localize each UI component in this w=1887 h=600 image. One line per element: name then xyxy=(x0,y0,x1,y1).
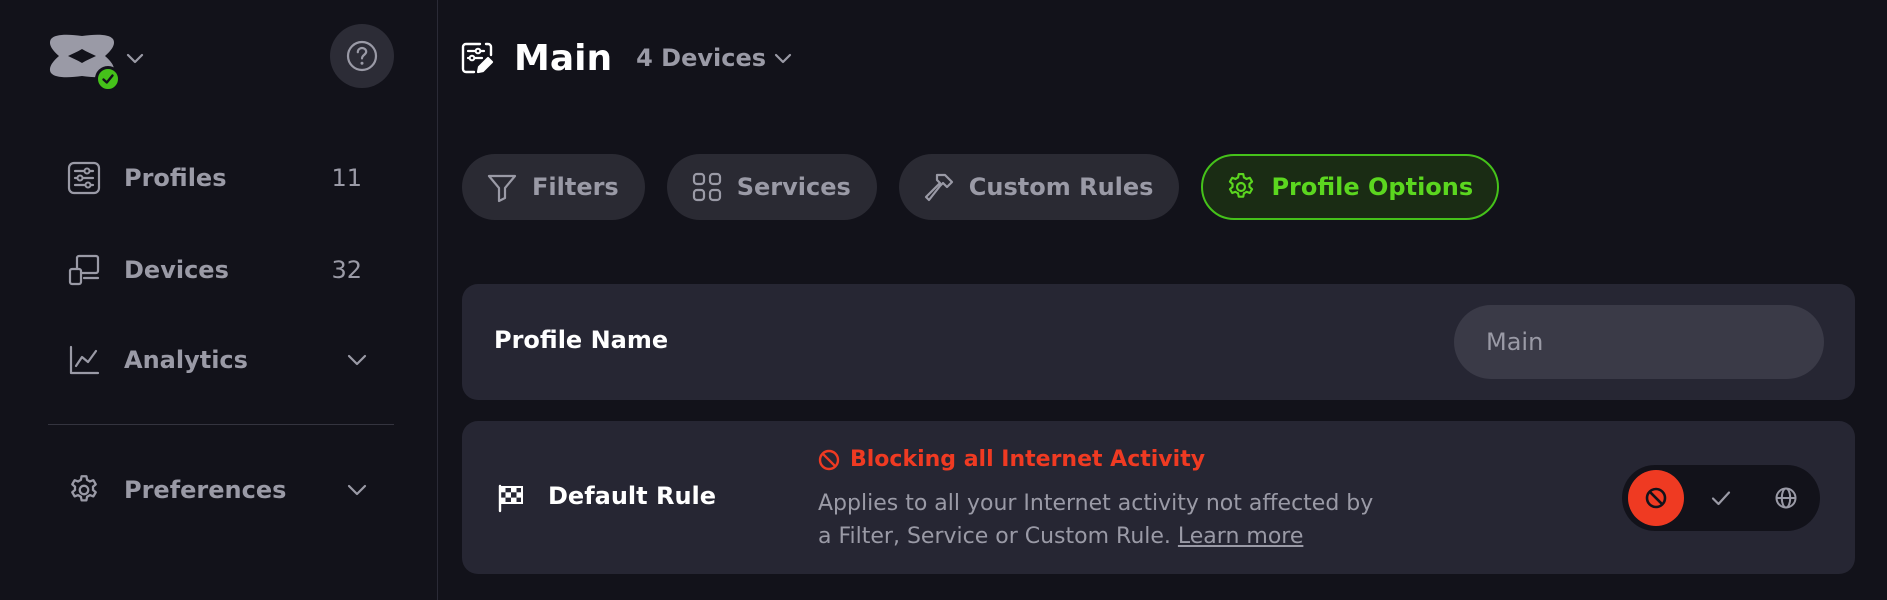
sidebar-divider xyxy=(48,424,394,425)
filter-icon xyxy=(487,174,517,203)
question-icon xyxy=(346,40,378,72)
sliders-icon xyxy=(66,160,102,196)
redirect-option[interactable] xyxy=(1758,470,1814,526)
sidebar-item-label: Analytics xyxy=(124,346,248,374)
profile-edit-icon xyxy=(461,42,494,74)
status-check-icon xyxy=(95,66,121,92)
block-icon xyxy=(1645,487,1667,509)
rule-status-text: Blocking all Internet Activity xyxy=(850,447,1206,472)
sidebar-item-analytics[interactable]: Analytics xyxy=(66,330,376,390)
profile-name-input[interactable] xyxy=(1454,305,1824,379)
default-rule-card: Default Rule Blocking all Internet Activ… xyxy=(462,421,1855,574)
page-header: Main 4 Devices xyxy=(460,36,794,80)
block-option[interactable] xyxy=(1628,470,1684,526)
rule-description: Applies to all your Internet activity no… xyxy=(818,487,1378,553)
devices-count: 32 xyxy=(331,256,362,284)
sidebar-item-devices[interactable]: Devices 32 xyxy=(66,240,376,300)
sidebar: Profiles 11 Devices 32 Analytics Prefere… xyxy=(0,0,438,600)
tab-filters[interactable]: Filters xyxy=(462,154,645,220)
page-title: Main xyxy=(514,37,613,79)
devices-dropdown[interactable]: 4 Devices xyxy=(636,44,794,72)
chevron-down-icon xyxy=(347,354,367,366)
tab-label: Custom Rules xyxy=(968,173,1154,201)
sidebar-item-profiles[interactable]: Profiles 11 xyxy=(66,148,376,208)
chevron-down-icon xyxy=(126,53,144,64)
chart-icon xyxy=(66,342,102,378)
org-switcher[interactable] xyxy=(48,33,148,93)
allow-option[interactable] xyxy=(1693,470,1749,526)
sidebar-item-preferences[interactable]: Preferences xyxy=(66,460,376,520)
grid-icon xyxy=(692,172,721,202)
sidebar-item-label: Devices xyxy=(124,256,229,284)
check-icon xyxy=(1711,491,1731,506)
devices-icon xyxy=(66,252,102,288)
tab-custom-rules[interactable]: Custom Rules xyxy=(898,154,1180,220)
tab-services[interactable]: Services xyxy=(666,154,877,220)
chevron-down-icon xyxy=(774,53,792,64)
checkered-flag-icon xyxy=(498,484,523,513)
gear-icon xyxy=(66,472,102,508)
gear-icon xyxy=(1229,173,1254,198)
hammer-icon xyxy=(924,173,953,202)
rule-status: Blocking all Internet Activity xyxy=(818,447,1205,472)
profiles-count: 11 xyxy=(331,164,362,192)
help-button[interactable] xyxy=(330,24,394,88)
sidebar-item-label: Profiles xyxy=(124,164,227,192)
tab-profile-options[interactable]: Profile Options xyxy=(1201,154,1500,220)
globe-icon xyxy=(1775,487,1797,509)
tab-label: Services xyxy=(736,173,851,201)
default-rule-title: Default Rule xyxy=(548,482,717,510)
chevron-down-icon xyxy=(347,484,367,496)
devices-dropdown-label: 4 Devices xyxy=(636,44,767,72)
default-rule-toggle xyxy=(1622,465,1820,531)
block-icon xyxy=(818,449,840,470)
sidebar-item-label: Preferences xyxy=(124,476,287,504)
profile-name-title: Profile Name xyxy=(494,326,669,354)
tab-label: Profile Options xyxy=(1271,173,1474,201)
profile-name-card: Profile Name xyxy=(462,284,1855,400)
profile-tabs: Filters Services Custom Rules Profile Op… xyxy=(462,154,1521,220)
tab-label: Filters xyxy=(532,173,619,201)
learn-more-link[interactable]: Learn more xyxy=(1178,524,1303,549)
